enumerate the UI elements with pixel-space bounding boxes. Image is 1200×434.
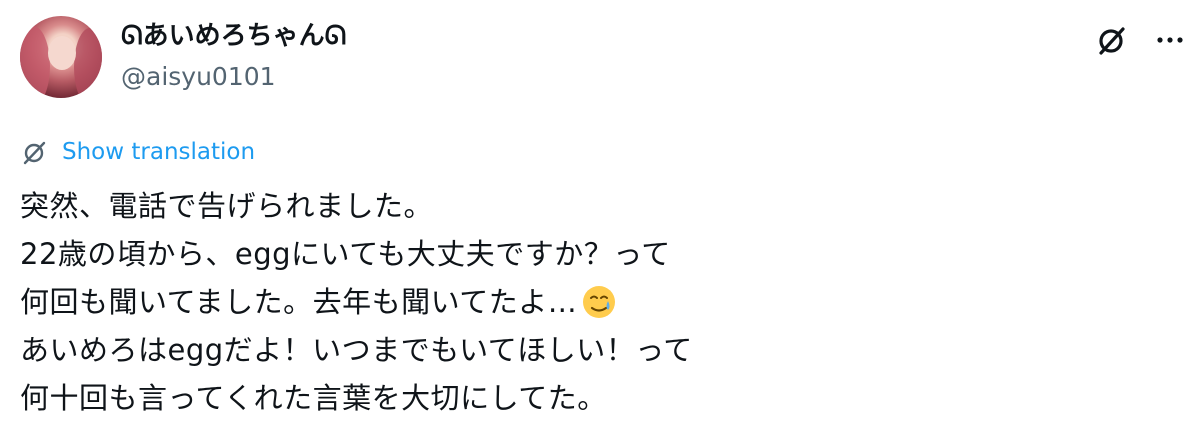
post-line: 突然、電話で告げられました。 <box>20 189 434 223</box>
post-line: あいめろはeggだよ！いつまでもいてほしい！って <box>20 333 693 367</box>
user-handle[interactable]: @aisyu0101 <box>121 60 276 94</box>
translate-icon <box>23 141 46 165</box>
post-line: 22歳の頃から、eggにいても大丈夫ですか？って <box>20 237 671 271</box>
show-translation-link[interactable]: Show translation <box>20 135 255 169</box>
post-line: 何回も聞いてました。去年も聞いてたよ… <box>20 278 1180 326</box>
avatar[interactable] <box>20 16 102 98</box>
avatar-hair-right <box>74 28 102 98</box>
more-button[interactable] <box>1150 20 1190 60</box>
post-line: 何十回も言ってくれた言葉を大切にしてた。 <box>20 381 607 415</box>
show-translation-label: Show translation <box>62 139 256 165</box>
grok-button[interactable] <box>1092 20 1132 60</box>
post-text: 突然、電話で告げられました。 22歳の頃から、eggにいても大丈夫ですか？って … <box>20 182 1180 422</box>
more-icon <box>1157 37 1183 43</box>
display-name[interactable]: ᘏあいめろちゃんᘏ <box>121 18 346 54</box>
grok-icon <box>1099 27 1125 55</box>
post-line-text: 何回も聞いてました。去年も聞いてたよ… <box>20 285 578 319</box>
avatar-hair-left <box>20 26 50 98</box>
avatar-face <box>48 36 76 70</box>
